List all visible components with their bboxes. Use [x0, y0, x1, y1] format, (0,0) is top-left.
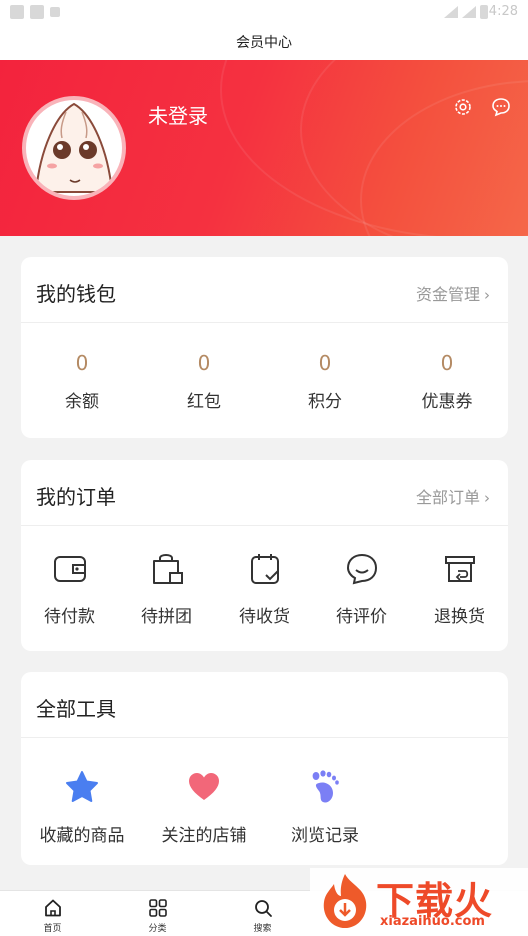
wallet-header: 我的钱包 资金管理 ›	[21, 257, 508, 323]
order-pending-payment-label: 待付款	[44, 607, 95, 627]
profile-header: 未登录	[0, 60, 528, 236]
order-returns-label: 退换货	[434, 607, 485, 627]
tab-home-label: 首页	[43, 924, 62, 934]
notification-icon	[30, 5, 44, 19]
fund-management-link[interactable]: 资金管理 ›	[416, 281, 490, 305]
watermark: 下载火 xiazaihuo.com	[310, 868, 528, 936]
balance-label: 余额	[65, 392, 99, 412]
star-icon	[66, 771, 98, 802]
coupons-value: 0	[440, 351, 454, 375]
tab-search[interactable]: 搜索	[210, 891, 315, 936]
fund-management-label: 资金管理	[415, 285, 480, 304]
return-icon	[445, 556, 475, 582]
wallet-title: 我的钱包	[36, 282, 116, 306]
tab-category-label: 分类	[148, 924, 167, 934]
status-time: 4:28	[488, 4, 518, 19]
orders-header: 我的订单 全部订单 ›	[21, 460, 508, 526]
tool-followed-stores[interactable]: 关注的店铺	[143, 739, 265, 865]
watermark-domain: xiazaihuo.com	[380, 914, 485, 929]
order-pending-payment[interactable]: 待付款	[21, 527, 118, 651]
points-value: 0	[318, 351, 332, 375]
avatar-illustration	[34, 102, 114, 193]
message-icon[interactable]	[490, 96, 512, 118]
wallet-items: 0 余额 0 红包 0 积分 0 优惠券	[21, 323, 508, 437]
order-pending-review-label: 待评价	[336, 607, 387, 627]
order-pending-receipt-label: 待收货	[239, 607, 290, 627]
home-icon	[45, 899, 61, 917]
orders-card: 我的订单 全部订单 › 待付款 待拼团 待收货 待评价 退换货	[21, 460, 508, 651]
bag-icon	[153, 554, 183, 584]
red-packet-value: 0	[197, 351, 211, 375]
order-returns[interactable]: 退换货	[411, 527, 508, 651]
status-bar: 4:28	[0, 0, 528, 24]
username[interactable]: 未登录	[148, 100, 208, 129]
tab-search-label: 搜索	[253, 924, 272, 934]
footprint-icon	[312, 770, 339, 803]
wallet-icon	[54, 556, 86, 582]
heart-icon	[189, 773, 219, 800]
order-pending-group[interactable]: 待拼团	[118, 527, 215, 651]
order-pending-group-label: 待拼团	[141, 607, 192, 627]
wallet-item-coupons[interactable]: 0 优惠券	[386, 323, 508, 437]
signal-icon	[462, 6, 476, 18]
all-orders-link[interactable]: 全部订单 ›	[416, 484, 490, 508]
tab-category[interactable]: 分类	[105, 891, 210, 936]
wallet-item-balance[interactable]: 0 余额	[21, 323, 143, 437]
tool-favorite-products[interactable]: 收藏的商品	[21, 739, 143, 865]
notification-icon	[50, 7, 60, 17]
tools-header: 全部工具	[21, 672, 508, 738]
tool-browsing-history[interactable]: 浏览记录	[264, 739, 386, 865]
flame-logo-icon	[323, 874, 367, 928]
tool-browsing-history-label: 浏览记录	[291, 826, 359, 846]
order-pending-review[interactable]: 待评价	[313, 527, 410, 651]
tab-home[interactable]: 首页	[0, 891, 105, 936]
calendar-check-icon	[251, 554, 279, 584]
red-packet-label: 红包	[187, 392, 221, 412]
tools-title: 全部工具	[36, 697, 116, 721]
order-items: 待付款 待拼团 待收货 待评价 退换货	[21, 527, 508, 651]
tool-followed-stores-label: 关注的店铺	[161, 826, 247, 846]
tool-favorite-products-label: 收藏的商品	[39, 826, 125, 846]
avatar[interactable]	[22, 96, 126, 200]
wallet-item-points[interactable]: 0 积分	[264, 323, 386, 437]
wallet-item-red-packet[interactable]: 0 红包	[143, 323, 265, 437]
wifi-icon	[444, 6, 458, 18]
coupons-label: 优惠券	[421, 392, 473, 412]
notification-icon	[10, 5, 24, 19]
settings-icon[interactable]	[452, 96, 474, 118]
orders-title: 我的订单	[36, 485, 116, 509]
points-label: 积分	[308, 392, 342, 412]
order-pending-receipt[interactable]: 待收货	[216, 527, 313, 651]
balance-value: 0	[75, 351, 89, 375]
page-title: 会员中心	[236, 35, 292, 51]
comment-icon	[346, 553, 378, 585]
tools-card: 全部工具 收藏的商品 关注的店铺 浏览记录	[21, 672, 508, 865]
wallet-card: 我的钱包 资金管理 › 0 余额 0 红包 0 积分 0 优惠券	[21, 257, 508, 438]
search-icon	[255, 900, 272, 917]
all-orders-label: 全部订单	[415, 488, 480, 507]
category-grid-icon	[149, 899, 167, 917]
chevron-right-icon: ›	[484, 286, 490, 304]
battery-icon	[480, 5, 488, 19]
title-bar: 会员中心	[0, 24, 528, 60]
tool-items: 收藏的商品 关注的店铺 浏览记录	[21, 739, 508, 865]
chevron-right-icon: ›	[484, 489, 490, 507]
